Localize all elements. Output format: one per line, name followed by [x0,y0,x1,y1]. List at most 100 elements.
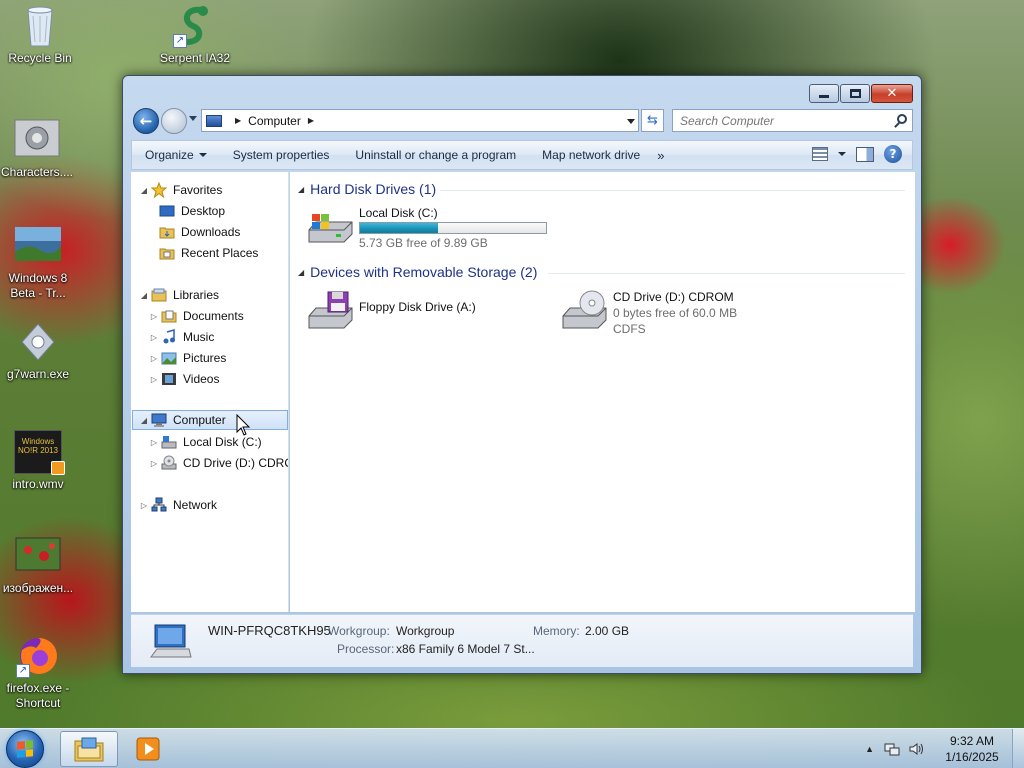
firefox-icon: ↗ [14,634,62,678]
network-status-icon[interactable] [884,742,900,756]
play-badge-icon [51,461,65,475]
preview-pane-icon[interactable] [856,146,874,162]
maximize-button[interactable] [840,84,870,103]
refresh-button[interactable]: ⇆ [641,109,664,132]
organize-button[interactable]: Organize [132,148,220,162]
desktop-icon-g7warn[interactable]: g7warn.exe [0,320,78,382]
explorer-window: ✕ ← ▶ Computer ▶ ⇆ Organize System prope… [122,75,922,674]
collapse-group-icon[interactable]: ◢ [298,268,304,277]
removable-storage-header: Devices with Removable Storage (2) [310,264,538,280]
refresh-icon: ⇆ [647,113,658,128]
desktop-icon-label: изображен... [2,581,74,595]
removable-storage-group[interactable]: ◢ Devices with Removable Storage (2) [298,262,537,282]
minimize-button[interactable] [809,84,839,103]
g7warn-exe-icon [14,320,62,364]
collapsed-arrow-icon[interactable]: ▷ [149,459,159,468]
system-properties-button[interactable]: System properties [220,148,343,162]
clock[interactable]: 9:32 AM 1/16/2025 [932,733,1012,765]
address-dropdown-icon[interactable] [627,119,635,124]
forward-button[interactable] [161,108,187,134]
collapse-group-icon[interactable]: ◢ [298,185,304,194]
cd-rom-drive-icon [562,290,607,329]
start-button[interactable] [6,730,44,768]
nav-documents[interactable]: ▷ Documents [149,306,244,326]
workgroup-value: Workgroup [396,624,455,638]
nav-recent-places[interactable]: Recent Places [159,243,258,263]
back-button[interactable]: ← [133,108,159,134]
cd-drive-free-space: 0 bytes free of 60.0 MB [613,306,738,320]
image-file-icon [14,534,62,578]
show-desktop-button[interactable] [1012,729,1024,768]
search-box[interactable] [672,109,913,132]
navigation-pane: ◢ Favorites Desktop Downloads Recent Pla… [131,172,289,612]
nav-music[interactable]: ▷ Music [149,327,214,347]
address-bar[interactable]: ▶ Computer ▶ [201,109,639,132]
nav-libraries[interactable]: ◢ Libraries [139,285,219,305]
nav-pictures[interactable]: ▷ Pictures [149,348,226,368]
group-divider [548,273,905,274]
breadcrumb-separator-icon[interactable]: ▶ [308,116,314,125]
uninstall-program-button[interactable]: Uninstall or change a program [342,148,529,162]
local-disk-c-item[interactable]: Local Disk (C:) 5.73 GB free of 9.89 GB [306,206,556,250]
search-icon[interactable] [897,114,907,124]
volume-icon[interactable] [908,742,924,756]
desktop-icon-label: firefox.exe - Shortcut [6,681,70,710]
search-input[interactable] [680,113,880,128]
close-button[interactable]: ✕ [871,84,913,103]
expand-arrow-icon[interactable]: ◢ [139,291,149,300]
cd-drive-d-item[interactable]: CD Drive (D:) CDROM 0 bytes free of 60.0… [560,290,820,340]
desktop-icon-characters[interactable]: Characters.... [0,118,77,180]
nav-videos[interactable]: ▷ Videos [149,369,220,389]
change-view-icon[interactable] [812,147,828,161]
nav-recent-label: Recent Places [181,246,259,260]
video-file-icon: Windows NO!R 2013 [14,430,65,475]
desktop-folder-icon [159,205,175,217]
nav-downloads[interactable]: Downloads [159,222,240,242]
map-network-drive-button[interactable]: Map network drive [529,148,653,162]
nav-cd-drive[interactable]: ▷ CD Drive (D:) CDROM [149,453,288,473]
navigation-bar: ← ▶ Computer ▶ ⇆ [131,106,913,136]
collapsed-arrow-icon[interactable]: ▷ [139,501,149,510]
taskbar-media-player-button[interactable] [130,731,166,767]
desktop-icon-windows8[interactable]: Windows 8 Beta - Tr... [0,224,78,301]
floppy-drive-a-item[interactable]: Floppy Disk Drive (A:) [306,290,536,334]
taskbar-explorer-button[interactable] [60,731,118,767]
minimize-icon [819,95,829,98]
nav-desktop-label: Desktop [181,204,226,218]
desktop-icon-recycle-bin[interactable]: Recycle Bin [0,4,80,66]
collapsed-arrow-icon[interactable]: ▷ [149,354,159,363]
breadcrumb-computer[interactable]: Computer [248,114,301,128]
expand-arrow-icon[interactable]: ◢ [139,416,149,425]
desktop-icon-label: Windows 8 Beta - Tr... [8,271,68,300]
close-icon: ✕ [886,86,898,101]
desktop-icon-label: Recycle Bin [8,51,72,65]
computer-name: WIN-PFRQC8TKH95 [208,623,331,638]
mouse-cursor-icon [236,414,251,436]
breadcrumb-separator-icon[interactable]: ▶ [235,116,241,125]
hard-disk-drives-header: Hard Disk Drives (1) [310,181,437,197]
more-commands-button[interactable]: » [657,148,664,163]
nav-desktop[interactable]: Desktop [159,201,225,221]
desktop-icon-intro[interactable]: Windows NO!R 2013 intro.wmv [0,430,78,492]
recent-pages-dropdown[interactable] [189,116,197,121]
collapsed-arrow-icon[interactable]: ▷ [149,375,159,384]
collapsed-arrow-icon[interactable]: ▷ [149,438,159,447]
collapsed-arrow-icon[interactable]: ▷ [149,333,159,342]
desktop-icon-firefox[interactable]: ↗ firefox.exe - Shortcut [0,634,78,711]
cd-drive-filesystem: CDFS [613,322,646,336]
computer-icon [150,624,192,658]
help-icon[interactable]: ? [884,145,902,163]
view-options-dropdown[interactable] [838,152,846,156]
nav-documents-label: Documents [183,309,244,323]
desktop-icon-serpent[interactable]: ↗ Serpent IA32 [155,4,235,66]
nav-network[interactable]: ▷ Network [139,495,217,515]
maximize-icon [849,89,861,98]
nav-computer[interactable]: ◢ Computer [132,410,288,430]
nav-favorites[interactable]: ◢ Favorites [139,180,222,200]
collapsed-arrow-icon[interactable]: ▷ [149,312,159,321]
cd-drive-name: CD Drive (D:) CDROM [613,290,734,304]
expand-arrow-icon[interactable]: ◢ [139,186,149,195]
hard-disk-drives-group[interactable]: ◢ Hard Disk Drives (1) [298,179,436,199]
show-hidden-icons-icon[interactable]: ▲ [865,744,874,754]
desktop-icon-image[interactable]: изображен... [0,534,78,596]
